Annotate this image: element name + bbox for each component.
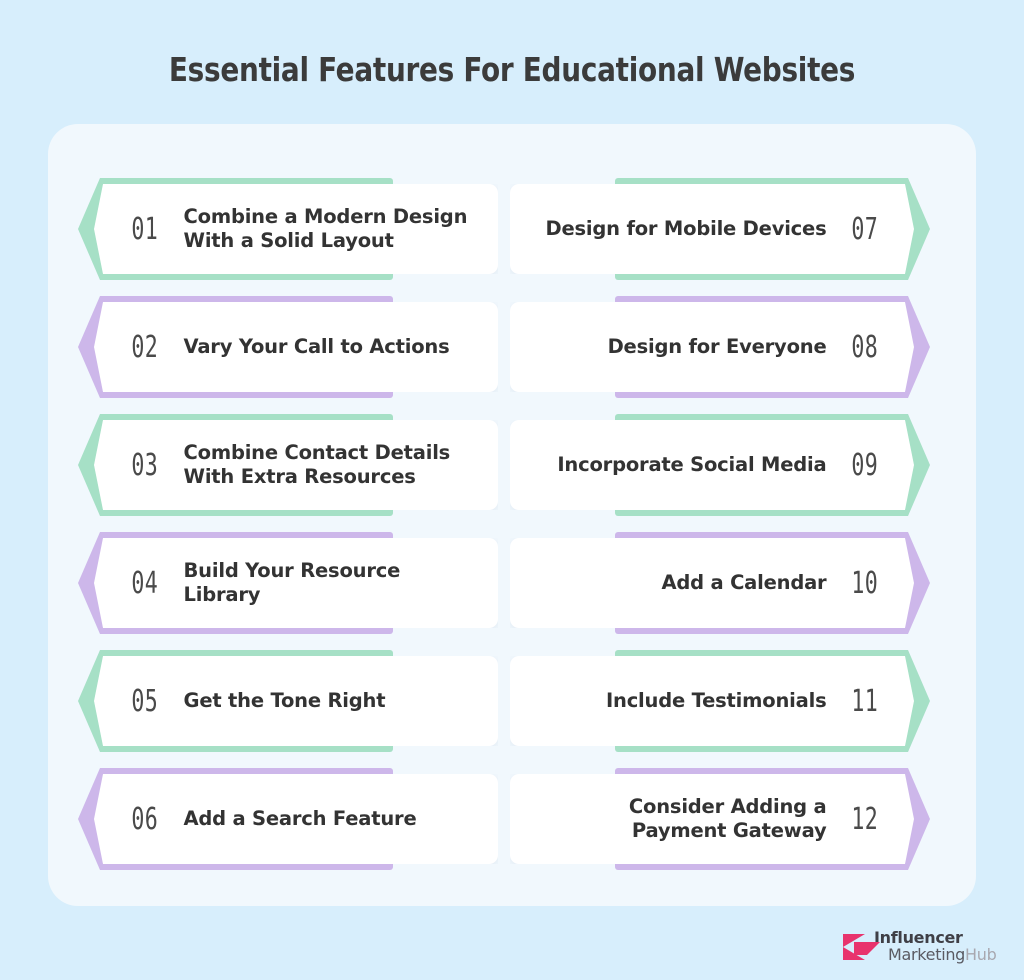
- card-number: 02: [131, 329, 159, 365]
- card-number: 12: [851, 801, 879, 837]
- card-sheet: 04 Build Your Resource Library: [94, 538, 498, 628]
- brand-logo-marketing: Marketing: [888, 945, 966, 964]
- card-label: Build Your Resource Library: [183, 559, 401, 606]
- card-number: 01: [131, 211, 159, 247]
- card-number: 06: [131, 801, 159, 837]
- brand-logo-hub: Hub: [965, 945, 997, 964]
- feature-card[interactable]: 06 Add a Search Feature: [78, 768, 498, 870]
- card-number: 11: [851, 683, 879, 719]
- card-sheet: 01 Combine a Modern Design With a Solid La…: [94, 184, 498, 274]
- card-label: Get the Tone Right: [183, 689, 386, 713]
- pink-arrow-logo-icon: [843, 930, 880, 964]
- feature-card[interactable]: 08 Design for Everyone: [510, 296, 930, 398]
- card-label: Vary Your Call to Actions: [183, 335, 450, 359]
- card-label: Combine Contact Details With Extra Resour…: [183, 441, 451, 488]
- card-label: Include Testimonials: [605, 689, 827, 713]
- card-sheet: 11 Include Testimonials: [510, 656, 914, 746]
- card-sheet: 09 Incorporate Social Media: [510, 420, 914, 510]
- feature-card[interactable]: 09 Incorporate Social Media: [510, 414, 930, 516]
- card-label: Incorporate Social Media: [557, 453, 827, 477]
- card-sheet: 03 Combine Contact Details With Extra Reso…: [94, 420, 498, 510]
- feature-card[interactable]: 10 Add a Calendar: [510, 532, 930, 634]
- card-number: 08: [851, 329, 879, 365]
- feature-card[interactable]: 02 Vary Your Call to Actions: [78, 296, 498, 398]
- card-sheet: 10 Add a Calendar: [510, 538, 914, 628]
- card-sheet: 05 Get the Tone Right: [94, 656, 498, 746]
- card-sheet: 06 Add a Search Feature: [94, 774, 498, 864]
- brand-logo-line2: MarketingHub: [888, 945, 997, 964]
- feature-card[interactable]: 07 Design for Mobile Devices: [510, 178, 930, 280]
- feature-card[interactable]: 11 Include Testimonials: [510, 650, 930, 752]
- card-sheet: 12 Consider Adding a Payment Gateway: [510, 774, 914, 864]
- card-sheet: 02 Vary Your Call to Actions: [94, 302, 498, 392]
- card-number: 09: [851, 447, 879, 483]
- card-number: 07: [851, 211, 879, 247]
- feature-card-grid: 01 Combine a Modern Design With a Solid La…: [0, 0, 1024, 980]
- card-number: 05: [131, 683, 159, 719]
- card-number: 04: [131, 565, 159, 601]
- feature-card[interactable]: 05 Get the Tone Right: [78, 650, 498, 752]
- card-label: Add a Search Feature: [183, 807, 417, 831]
- brand-logo-text: Influencer MarketingHub: [874, 930, 997, 964]
- card-label: Design for Mobile Devices: [545, 217, 827, 241]
- brand-logo: Influencer MarketingHub: [843, 925, 1003, 969]
- feature-card[interactable]: 03 Combine Contact Details With Extra Reso…: [78, 414, 498, 516]
- feature-card[interactable]: 12 Consider Adding a Payment Gateway: [510, 768, 930, 870]
- card-label: Consider Adding a Payment Gateway: [628, 795, 827, 842]
- card-number: 10: [851, 565, 879, 601]
- card-label: Design for Everyone: [607, 335, 827, 359]
- card-label: Add a Calendar: [661, 571, 827, 595]
- feature-card[interactable]: 04 Build Your Resource Library: [78, 532, 498, 634]
- feature-card[interactable]: 01 Combine a Modern Design With a Solid La…: [78, 178, 498, 280]
- card-label: Combine a Modern Design With a Solid Layo…: [183, 205, 468, 252]
- card-sheet: 07 Design for Mobile Devices: [510, 184, 914, 274]
- card-sheet: 08 Design for Everyone: [510, 302, 914, 392]
- card-number: 03: [131, 447, 159, 483]
